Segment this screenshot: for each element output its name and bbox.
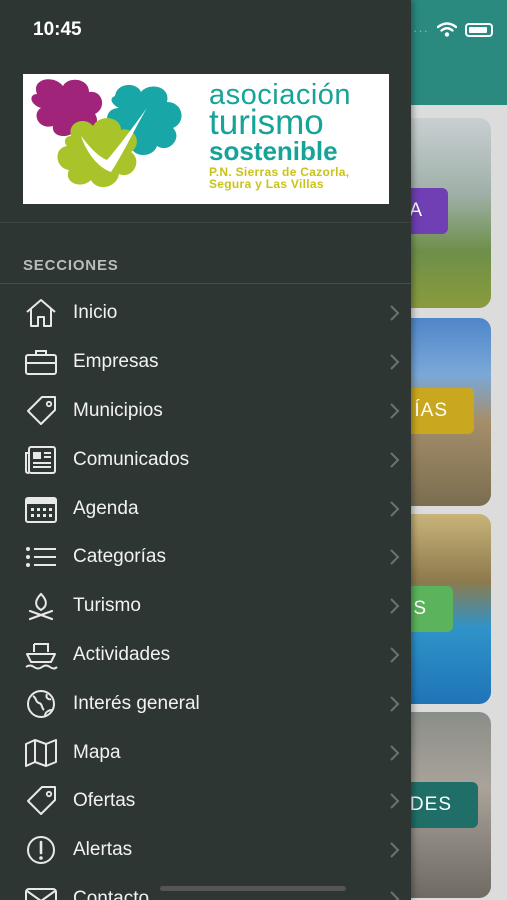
map-icon bbox=[23, 738, 59, 768]
menu-item-empresas[interactable]: Empresas bbox=[0, 338, 411, 387]
flower-logo-icon bbox=[31, 79, 182, 188]
association-logo: asociación turismo sostenible P.N. Sierr… bbox=[23, 74, 389, 204]
logo-line-5: Segura y Las Villas bbox=[209, 177, 324, 191]
menu-item-label: Contacto bbox=[73, 887, 150, 900]
chevron-right-icon bbox=[390, 354, 400, 370]
menu-item-mapa[interactable]: Mapa bbox=[0, 728, 411, 777]
chevron-right-icon bbox=[390, 305, 400, 322]
alert-icon bbox=[23, 835, 59, 865]
logo-line-3: sostenible bbox=[209, 136, 338, 166]
home-indicator bbox=[160, 886, 346, 891]
list-icon bbox=[23, 542, 59, 572]
chevron-right-icon bbox=[390, 500, 400, 517]
menu-list: Inicio Empresas Municipios Comunicados A… bbox=[0, 289, 411, 900]
menu-item-label: Comunicados bbox=[73, 448, 190, 470]
menu-item-turismo[interactable]: Turismo bbox=[0, 582, 411, 631]
tag-icon bbox=[23, 786, 59, 816]
menu-item-alertas[interactable]: Alertas bbox=[0, 826, 411, 875]
menu-item-label: Interés general bbox=[73, 692, 200, 714]
menu-item-actividades[interactable]: Actividades bbox=[0, 631, 411, 680]
menu-item-label: Alertas bbox=[73, 839, 133, 861]
menu-item-label: Inicio bbox=[73, 302, 118, 324]
chevron-right-icon bbox=[390, 744, 400, 761]
chevron-right-icon bbox=[390, 647, 400, 663]
menu-item-categorias[interactable]: Categorías bbox=[0, 533, 411, 582]
menu-item-label: Ofertas bbox=[73, 790, 136, 812]
logo-text: asociación turismo sostenible P.N. Sierr… bbox=[209, 81, 351, 191]
menu-item-label: Agenda bbox=[73, 497, 139, 519]
menu-item-interes-general[interactable]: Interés general bbox=[0, 679, 411, 728]
wifi-icon bbox=[437, 22, 457, 37]
menu-item-inicio[interactable]: Inicio bbox=[0, 289, 411, 338]
newspaper-icon bbox=[23, 445, 59, 475]
logo-line-2: turismo bbox=[209, 103, 324, 142]
chevron-right-icon bbox=[390, 598, 400, 614]
home-icon bbox=[23, 298, 59, 328]
section-title: SECCIONES bbox=[23, 257, 119, 274]
briefcase-icon bbox=[23, 347, 59, 377]
menu-item-label: Mapa bbox=[73, 741, 121, 763]
mail-icon bbox=[23, 884, 59, 900]
globe-icon bbox=[23, 689, 59, 719]
chevron-right-icon bbox=[390, 549, 400, 566]
navigation-drawer: 10:45 asociación turismo sostenible P.N.… bbox=[0, 0, 411, 900]
campfire-icon bbox=[23, 591, 59, 621]
tag-icon bbox=[23, 395, 59, 426]
chevron-right-icon bbox=[390, 403, 400, 419]
boat-icon bbox=[23, 640, 59, 670]
divider bbox=[0, 283, 411, 284]
chevron-right-icon bbox=[390, 452, 400, 468]
calendar-icon bbox=[23, 494, 59, 524]
chevron-right-icon bbox=[390, 793, 400, 810]
menu-item-agenda[interactable]: Agenda bbox=[0, 484, 411, 533]
chevron-right-icon bbox=[390, 891, 400, 900]
divider bbox=[0, 222, 411, 223]
menu-item-comunicados[interactable]: Comunicados bbox=[0, 435, 411, 484]
menu-item-ofertas[interactable]: Ofertas bbox=[0, 777, 411, 826]
status-icons: ···· bbox=[408, 22, 493, 38]
menu-item-label: Categorías bbox=[73, 546, 166, 568]
menu-item-municipios[interactable]: Municipios bbox=[0, 387, 411, 436]
battery-icon bbox=[465, 23, 493, 37]
menu-item-label: Municipios bbox=[73, 399, 163, 421]
menu-item-label: Actividades bbox=[73, 643, 171, 665]
menu-item-label: Turismo bbox=[73, 595, 141, 617]
chevron-right-icon bbox=[390, 696, 400, 712]
status-time: 10:45 bbox=[33, 19, 82, 40]
chevron-right-icon bbox=[390, 842, 400, 858]
menu-item-label: Empresas bbox=[73, 351, 159, 373]
